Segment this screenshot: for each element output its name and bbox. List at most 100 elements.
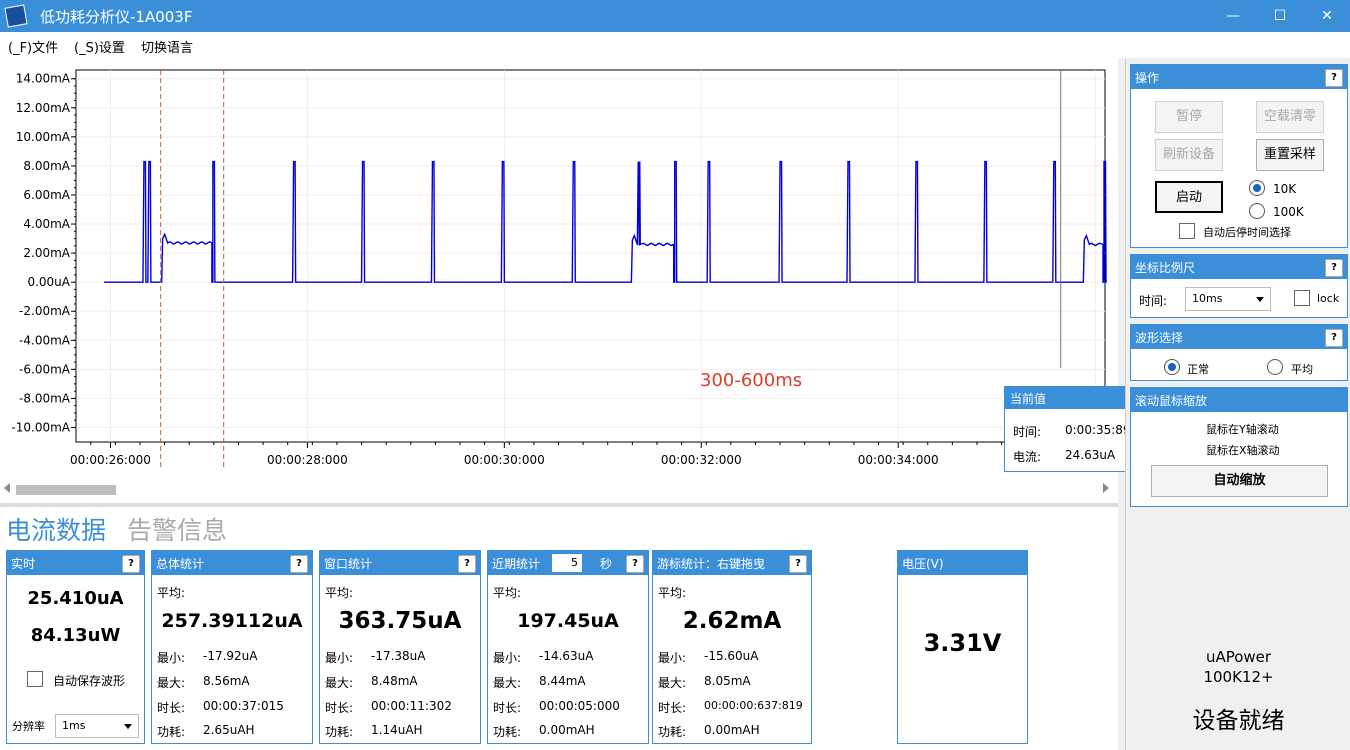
tab-current-data[interactable]: 电流数据 <box>6 511 106 547</box>
cursor-avg-value: 2.62mA <box>682 608 782 634</box>
window-duration-label: 时长: <box>325 701 354 715</box>
operation-header: 操作 ? <box>1131 65 1347 89</box>
total-stats-header: 总体统计 ? <box>152 551 312 575</box>
recent-stats-panel: 近期统计 5 秒 ? 平均: 197.45uA 最小: -14.63uA 最大:… <box>487 550 649 744</box>
cursor-max-value: 8.05mA <box>704 674 751 688</box>
rate-100k-radio[interactable] <box>1249 203 1265 219</box>
cursor-stats-help-button[interactable]: ? <box>789 555 807 573</box>
menu-file[interactable]: (_F)文件 <box>8 37 58 56</box>
cursor-energy-value: 0.00mAH <box>704 723 760 737</box>
scroll-left-arrow-icon[interactable] <box>4 483 10 493</box>
current-chart[interactable]: 14.00mA 12.00mA 10.00mA 8.00mA 6.00mA 4.00mA 2… <box>0 58 1118 478</box>
autosave-checkbox[interactable] <box>27 671 43 687</box>
y-tick-label: 14.00mA <box>16 72 71 86</box>
menu-language[interactable]: 切换语言 <box>141 37 193 56</box>
window-max-label: 最大: <box>325 676 354 690</box>
auto-zoom-button[interactable]: 自动缩放 <box>1151 465 1328 497</box>
scale-help-button[interactable]: ? <box>1325 259 1343 277</box>
window-avg-label: 平均: <box>325 586 354 600</box>
cursor-avg-label: 平均: <box>658 586 687 600</box>
recent-avg-label: 平均: <box>493 586 522 600</box>
y-tick-label: 0.00uA <box>27 275 70 289</box>
window-min-label: 最小: <box>325 651 354 665</box>
rate-10k-radio[interactable] <box>1249 180 1265 196</box>
total-stats-panel: 总体统计 ? 平均: 257.39112uA 最小: -17.92uA 最大: … <box>151 550 313 744</box>
window-energy-value: 1.14uAH <box>371 723 423 737</box>
total-stats-help-button[interactable]: ? <box>290 555 308 573</box>
chevron-down-icon <box>124 724 132 729</box>
minimize-button[interactable]: — <box>1210 0 1256 32</box>
resolution-select[interactable]: 1ms <box>55 714 139 738</box>
lock-checkbox[interactable] <box>1294 290 1310 306</box>
scroll-right-arrow-icon[interactable] <box>1103 483 1109 493</box>
y-tick-label: -4.00mA <box>19 333 71 347</box>
plot-frame <box>75 69 1106 443</box>
close-button[interactable]: ✕ <box>1304 0 1350 32</box>
realtime-panel: 实时 ? 25.410uA 84.13uW 自动保存波形 分辨率 1ms <box>6 550 145 744</box>
start-button[interactable]: 启动 <box>1155 181 1223 213</box>
realtime-header: 实时 ? <box>7 551 144 575</box>
operation-help-button[interactable]: ? <box>1325 69 1343 87</box>
cursor-max-label: 最大: <box>658 676 687 690</box>
waveform-normal-radio[interactable] <box>1164 359 1180 375</box>
x-tick-label: 00:00:32:000 <box>661 453 742 467</box>
window-min-value: -17.38uA <box>371 649 426 663</box>
autostop-label: 自动后停时间选择 <box>1203 226 1291 239</box>
waveform-title: 波形选择 <box>1135 331 1184 345</box>
total-max-label: 最大: <box>157 676 186 690</box>
recent-min-value: -14.63uA <box>539 649 594 663</box>
recent-stats-header: 近期统计 5 秒 ? <box>488 551 648 575</box>
waveform-help-button[interactable]: ? <box>1325 329 1343 347</box>
operation-title: 操作 <box>1135 71 1160 85</box>
y-tick-label: 8.00mA <box>23 159 70 173</box>
recent-avg-value: 197.45uA <box>517 610 619 632</box>
recent-stats-title: 近期统计 <box>492 557 541 571</box>
recent-stats-help-button[interactable]: ? <box>626 555 644 573</box>
cursor-min-label: 最小: <box>658 651 687 665</box>
window-stats-help-button[interactable]: ? <box>458 555 476 573</box>
y-tick-label: 10.00mA <box>16 130 71 144</box>
device-model-line1: uAPower <box>1205 648 1272 666</box>
waveform-average-radio[interactable] <box>1267 359 1283 375</box>
autostop-checkbox[interactable] <box>1179 223 1195 239</box>
tooltip-time-label: 时间: <box>1013 425 1042 439</box>
tooltip-current-label: 电流: <box>1013 450 1042 464</box>
scroll-zoom-header: 滚动鼠标缩放 <box>1131 388 1347 412</box>
window-duration-value: 00:00:11:302 <box>371 699 452 713</box>
resolution-label: 分辨率 <box>12 720 45 733</box>
total-avg-value: 257.39112uA <box>161 610 303 632</box>
voltage-title: 电压(V) <box>902 557 944 571</box>
total-avg-label: 平均: <box>157 586 186 600</box>
x-tick-label: 00:00:30:000 <box>464 453 545 467</box>
maximize-button[interactable]: ☐ <box>1257 0 1303 32</box>
reset-sampling-button[interactable]: 重置采样 <box>1256 139 1324 171</box>
total-min-value: -17.92uA <box>203 649 258 663</box>
zero-load-button[interactable]: 空载清零 <box>1256 101 1324 133</box>
realtime-help-button[interactable]: ? <box>122 555 140 573</box>
recent-min-label: 最小: <box>493 651 522 665</box>
horizontal-scrollbar[interactable] <box>0 478 1118 502</box>
y-tick-label: -6.00mA <box>19 362 71 376</box>
y-tick-label: 4.00mA <box>23 217 70 231</box>
tab-alarm-info[interactable]: 告警信息 <box>127 511 227 547</box>
refresh-device-button[interactable]: 刷新设备 <box>1155 139 1223 171</box>
total-energy-label: 功耗: <box>157 725 186 739</box>
window-title: 低功耗分析仪-1A003F <box>40 8 193 26</box>
total-duration-value: 00:00:37:015 <box>203 699 284 713</box>
recent-seconds-label: 秒 <box>600 557 613 571</box>
recent-seconds-input[interactable]: 5 <box>552 554 582 572</box>
scroll-thumb[interactable] <box>16 485 116 495</box>
waveform-panel: 波形选择 ? 正常 平均 <box>1130 324 1348 381</box>
recent-max-value: 8.44mA <box>539 674 586 688</box>
menu-settings[interactable]: (_S)设置 <box>74 37 125 56</box>
x-tick-label: 00:00:26:000 <box>70 453 151 467</box>
pause-button[interactable]: 暂停 <box>1155 101 1223 133</box>
scroll-zoom-title: 滚动鼠标缩放 <box>1135 394 1208 408</box>
voltage-panel: 电压(V) 3.31V <box>897 550 1028 744</box>
app-logo-icon <box>4 4 28 28</box>
control-panel: 操作 ? 暂停 空载清零 刷新设备 重置采样 启动 10K 100K 自动后停时… <box>1125 58 1350 750</box>
time-scale-select[interactable]: 10ms <box>1185 287 1271 311</box>
recent-energy-value: 0.00mAH <box>539 723 595 737</box>
total-duration-label: 时长: <box>157 701 186 715</box>
waveform-plot[interactable]: 14.00mA 12.00mA 10.00mA 8.00mA 6.00mA 4.00mA 2… <box>0 58 1200 503</box>
